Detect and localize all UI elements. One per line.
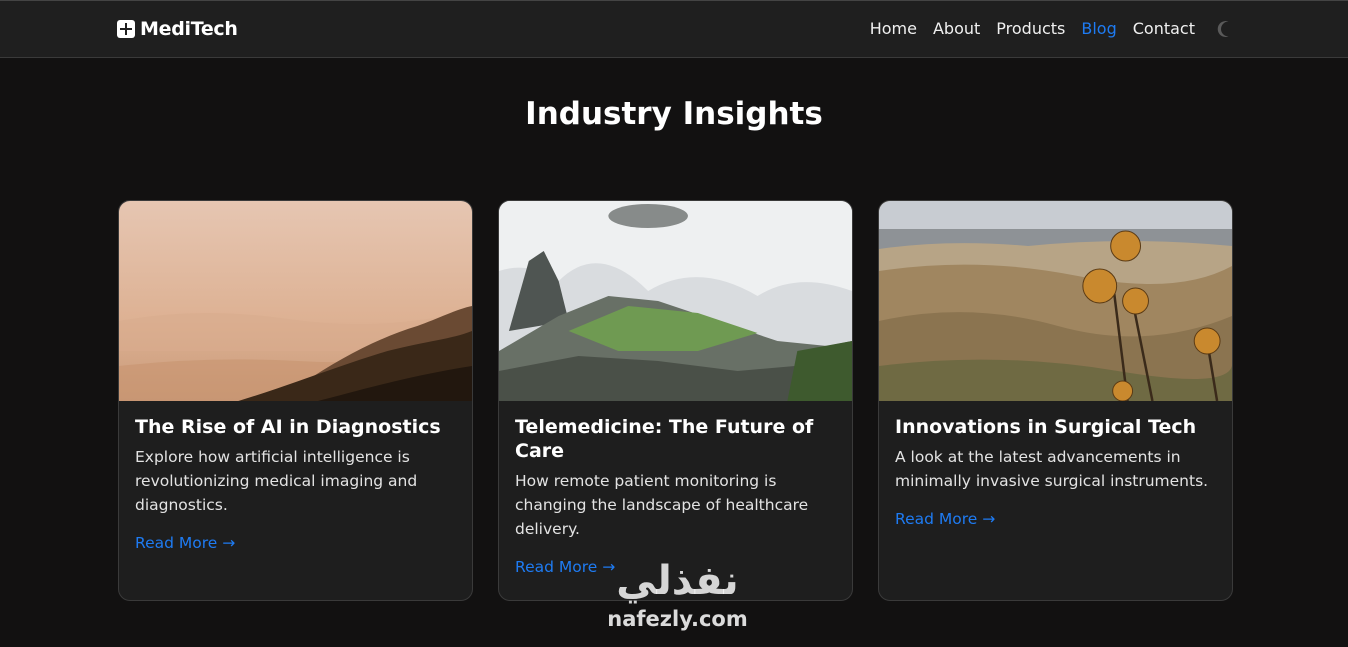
blog-card: The Rise of AI in Diagnostics Explore ho… (118, 200, 473, 601)
card-image-mountain-ruins (499, 201, 852, 401)
card-title: Innovations in Surgical Tech (895, 416, 1197, 438)
card-description: How remote patient monitoring is changin… (515, 472, 809, 538)
card-description: A look at the latest advancements in min… (895, 448, 1209, 490)
navbar: MediTech Home About Products Blog Contac… (0, 0, 1348, 58)
medical-cross-icon (117, 20, 135, 38)
card-image-misty-hills (119, 201, 472, 401)
read-more-link[interactable]: Read More → (135, 534, 235, 552)
page-title: Industry Insights (525, 96, 823, 132)
nav-link-about[interactable]: About (933, 19, 980, 38)
blog-card: Telemedicine: The Future of Care How rem… (498, 200, 853, 601)
nav-link-contact[interactable]: Contact (1133, 19, 1195, 38)
nav-link-blog[interactable]: Blog (1081, 19, 1116, 38)
card-title: The Rise of AI in Diagnostics (135, 416, 441, 438)
read-more-link[interactable]: Read More → (515, 558, 615, 576)
blog-card: Innovations in Surgical Tech A look at t… (878, 200, 1233, 601)
theme-toggle-button[interactable] (1215, 19, 1235, 39)
brand-logo[interactable]: MediTech (117, 18, 238, 40)
card-description: Explore how artificial intelligence is r… (135, 448, 418, 514)
card-title: Telemedicine: The Future of Care (515, 416, 814, 462)
moon-icon (1217, 21, 1229, 37)
nav-link-products[interactable]: Products (996, 19, 1065, 38)
watermark-latin-text: nafezly.com (607, 607, 748, 631)
card-image-thistles-valley (879, 201, 1232, 401)
nav-links: Home About Products Blog Contact (870, 19, 1195, 38)
brand-name: MediTech (140, 18, 238, 40)
nav-link-home[interactable]: Home (870, 19, 917, 38)
read-more-link[interactable]: Read More → (895, 510, 995, 528)
